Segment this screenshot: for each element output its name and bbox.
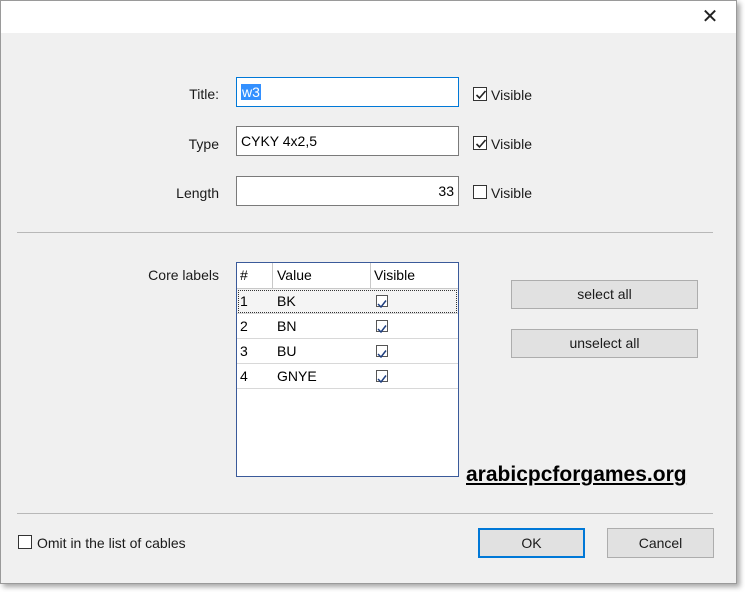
grid-header: # Value Visible — [237, 263, 458, 289]
row-value[interactable]: GNYE — [277, 364, 317, 388]
column-header-visible[interactable]: Visible — [374, 263, 415, 287]
unselect-all-button[interactable]: unselect all — [511, 329, 698, 358]
title-input[interactable]: w3 — [236, 77, 459, 107]
check-icon — [377, 325, 387, 334]
column-header-value[interactable]: Value — [277, 263, 312, 287]
row-value[interactable]: BN — [277, 314, 296, 338]
row-num: 2 — [240, 318, 248, 334]
type-visible-checkbox[interactable] — [473, 136, 487, 150]
omit-label: Omit in the list of cables — [37, 535, 186, 551]
title-bar: ✕ — [1, 1, 736, 33]
title-input-value: w3 — [241, 84, 261, 100]
select-all-button[interactable]: select all — [511, 280, 698, 309]
row-num: 3 — [240, 343, 248, 359]
title-visible-checkbox[interactable] — [473, 87, 487, 101]
type-label: Type — [188, 136, 219, 152]
column-divider — [370, 263, 371, 288]
type-visible-label: Visible — [491, 136, 532, 152]
core-labels-label: Core labels — [148, 267, 219, 283]
close-icon[interactable]: ✕ — [693, 3, 727, 31]
title-label: Title: — [189, 86, 219, 102]
check-icon — [377, 300, 387, 309]
row-num: 1 — [240, 293, 248, 309]
check-icon — [475, 90, 487, 100]
check-icon — [475, 139, 487, 149]
length-visible-checkbox[interactable] — [473, 185, 487, 199]
ok-button[interactable]: OK — [478, 528, 585, 558]
column-divider — [272, 263, 273, 288]
row-visible-checkbox[interactable] — [376, 295, 388, 309]
check-icon — [377, 375, 387, 384]
row-value[interactable]: BU — [277, 339, 296, 363]
table-row[interactable]: 3 BU — [237, 339, 458, 364]
row-visible-checkbox[interactable] — [376, 320, 388, 334]
type-input[interactable]: CYKY 4x2,5 — [236, 126, 459, 156]
check-icon — [377, 350, 387, 359]
cable-properties-dialog: ✕ Title: w3 Visible Type CYKY 4x2,5 Visi… — [0, 0, 737, 584]
length-input[interactable]: 33 — [236, 176, 459, 206]
length-visible-label: Visible — [491, 185, 532, 201]
table-row[interactable]: 1 BK — [237, 289, 458, 314]
separator-bottom — [17, 513, 713, 514]
omit-checkbox[interactable] — [18, 535, 32, 549]
column-header-num[interactable]: # — [240, 263, 248, 287]
core-labels-grid[interactable]: # Value Visible 1 BK 2 BN 3 BU 4 GNYE — [236, 262, 459, 477]
cancel-button[interactable]: Cancel — [607, 528, 714, 558]
row-num: 4 — [240, 368, 248, 384]
row-value[interactable]: BK — [277, 289, 296, 313]
length-label: Length — [176, 185, 219, 201]
row-visible-checkbox[interactable] — [376, 370, 388, 384]
separator-top — [17, 232, 713, 233]
row-visible-checkbox[interactable] — [376, 345, 388, 359]
title-visible-label: Visible — [491, 87, 532, 103]
watermark-text: arabicpcforgames.org — [466, 463, 687, 486]
table-row[interactable]: 2 BN — [237, 314, 458, 339]
table-row[interactable]: 4 GNYE — [237, 364, 458, 389]
